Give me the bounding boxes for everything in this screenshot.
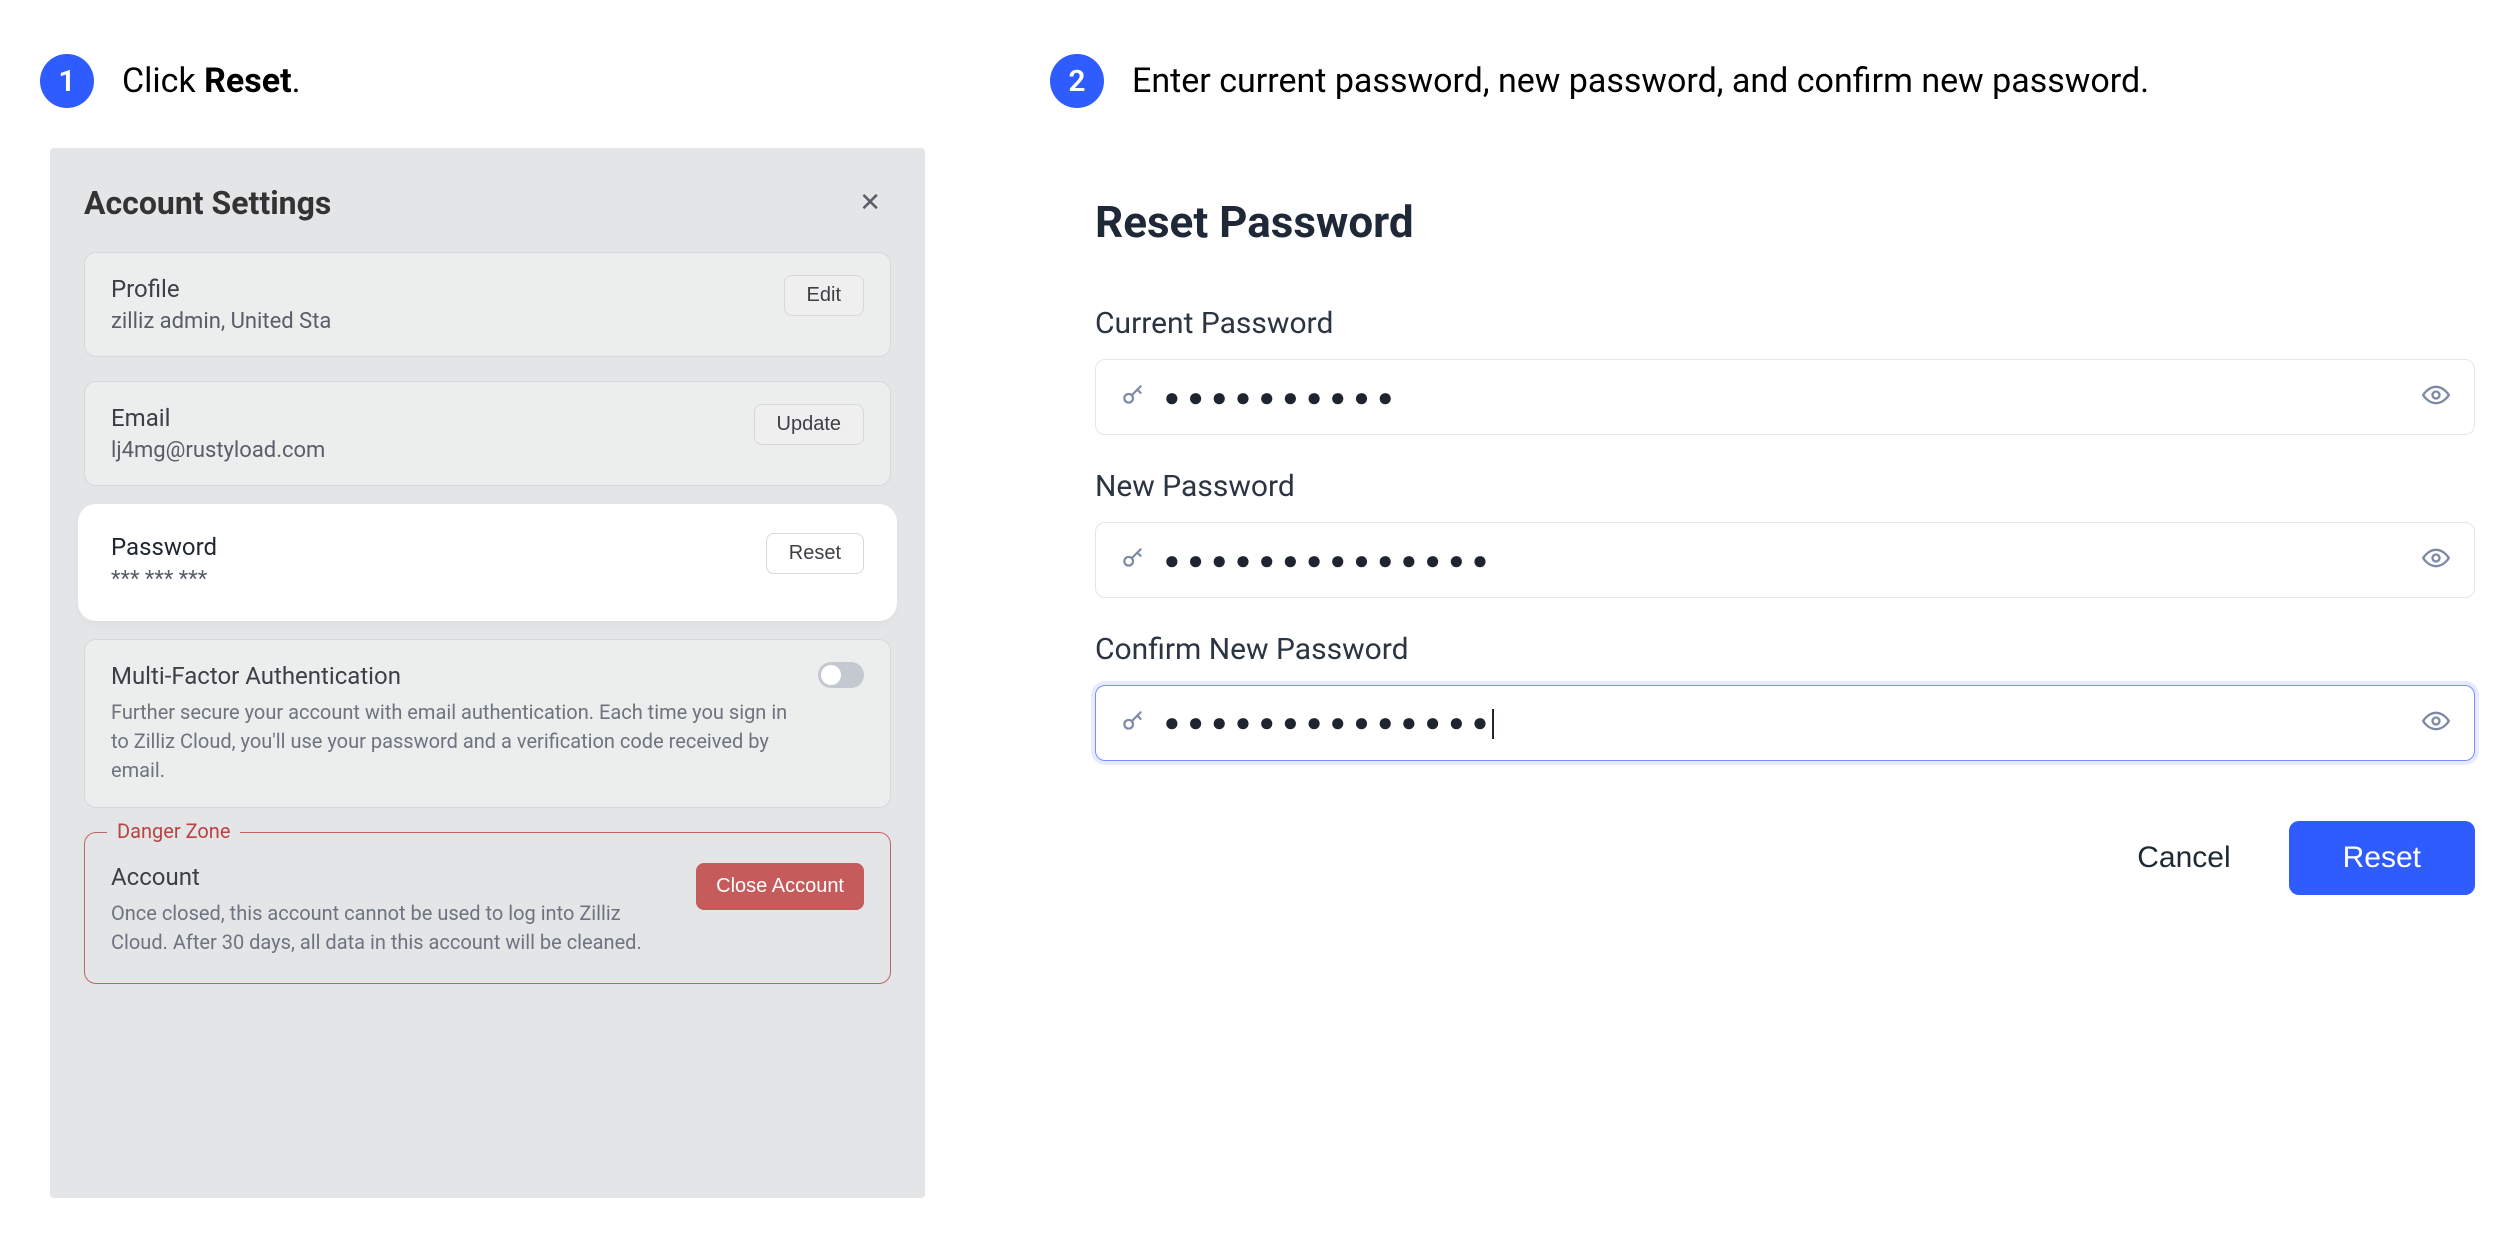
mfa-card: Multi-Factor Authentication Further secu… [84,639,891,808]
update-email-button[interactable]: Update [754,404,865,445]
reset-submit-button[interactable]: Reset [2289,821,2475,895]
step-1-caption-post: . [292,61,301,101]
eye-icon[interactable] [2422,544,2450,576]
eye-icon[interactable] [2422,707,2450,739]
form-actions: Cancel Reset [1095,821,2475,895]
key-icon [1120,382,1146,412]
text-caret [1492,709,1494,739]
current-password-field: Current Password ●●●●●●●●●● [1095,306,2475,435]
step-1-badge: 1 [40,54,94,108]
current-password-input[interactable]: ●●●●●●●●●● [1095,359,2475,435]
mfa-description: Further secure your account with email a… [111,698,798,785]
password-value: *** *** *** [111,567,746,592]
close-icon[interactable]: ✕ [849,182,891,224]
confirm-password-field: Confirm New Password ●●●●●●●●●●●●●● [1095,632,2475,761]
step-2-caption: Enter current password, new password, an… [1132,61,2149,101]
account-settings-title: Account Settings [84,184,331,222]
current-password-value: ●●●●●●●●●● [1164,382,2422,413]
danger-account-heading: Account [111,863,676,891]
danger-zone-card: Danger Zone Account Once closed, this ac… [84,832,891,984]
reset-password-title: Reset Password [1095,196,2475,248]
eye-icon[interactable] [2422,381,2450,413]
edit-profile-button[interactable]: Edit [784,275,864,316]
step-2-badge: 2 [1050,54,1104,108]
mfa-toggle[interactable] [818,662,864,688]
confirm-password-input[interactable]: ●●●●●●●●●●●●●● [1095,685,2475,761]
confirm-password-dots: ●●●●●●●●●●●●●● [1164,708,1496,738]
reset-password-button[interactable]: Reset [766,533,864,574]
email-card: Email lj4mg@rustyload.com Update [84,381,891,486]
new-password-value: ●●●●●●●●●●●●●● [1164,545,2422,576]
key-icon [1120,545,1146,575]
step-1-header: 1 Click Reset. [40,54,301,108]
current-password-label: Current Password [1095,306,2475,341]
mfa-heading: Multi-Factor Authentication [111,662,798,690]
step-2-header: 2 Enter current password, new password, … [1050,54,2149,108]
account-settings-panel: Account Settings ✕ Profile zilliz admin,… [50,148,925,1198]
new-password-label: New Password [1095,469,2475,504]
confirm-password-value: ●●●●●●●●●●●●●● [1164,707,2422,739]
password-heading: Password [111,533,746,561]
cancel-button[interactable]: Cancel [2113,829,2254,887]
close-account-button[interactable]: Close Account [696,863,864,910]
email-value: lj4mg@rustyload.com [111,438,734,463]
key-icon [1120,708,1146,738]
email-heading: Email [111,404,734,432]
new-password-field: New Password ●●●●●●●●●●●●●● [1095,469,2475,598]
profile-value: zilliz admin, United Sta [111,309,764,334]
password-card: Password *** *** *** Reset [84,510,891,615]
confirm-password-label: Confirm New Password [1095,632,2475,667]
step-1-caption-bold: Reset [204,61,291,101]
new-password-input[interactable]: ●●●●●●●●●●●●●● [1095,522,2475,598]
danger-account-description: Once closed, this account cannot be used… [111,899,676,957]
profile-heading: Profile [111,275,764,303]
profile-card: Profile zilliz admin, United Sta Edit [84,252,891,357]
reset-password-panel: Reset Password Current Password ●●●●●●●●… [1095,196,2475,895]
danger-zone-legend: Danger Zone [107,819,240,843]
step-1-caption: Click Reset. [122,61,301,101]
step-1-caption-pre: Click [122,61,204,101]
